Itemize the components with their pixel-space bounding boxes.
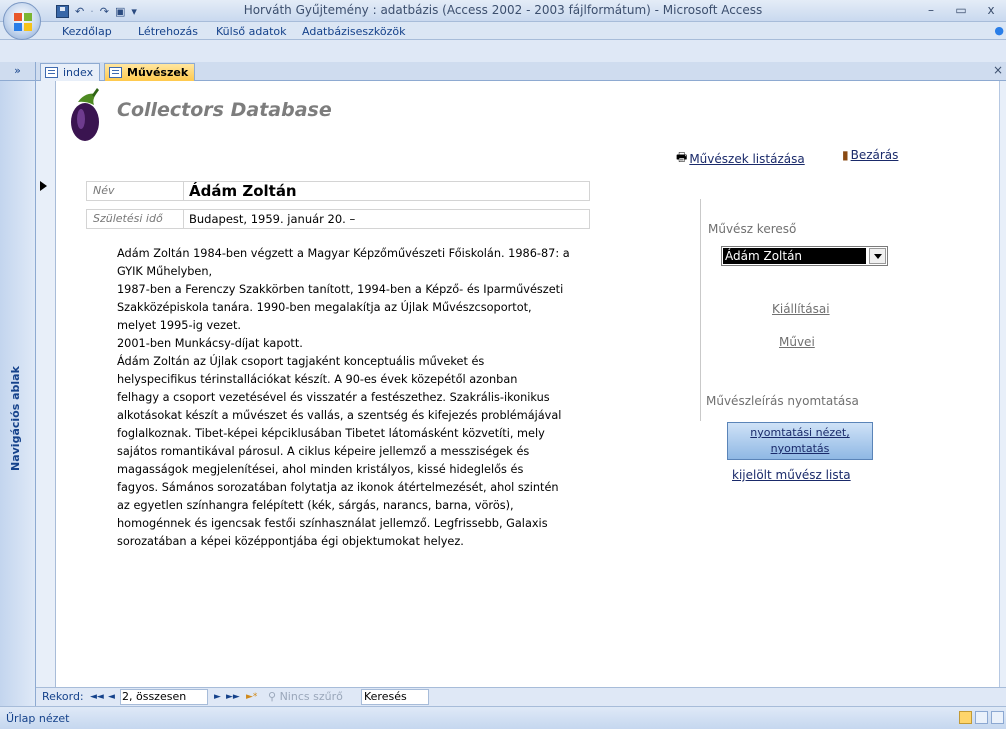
birth-label: Születési idő [86, 209, 184, 229]
first-record-button[interactable]: ◄◄ [90, 692, 104, 702]
panel-divider [700, 199, 701, 421]
vertical-scrollbar[interactable] [999, 81, 1006, 687]
exhibitions-link[interactable]: Kiállításai [772, 302, 830, 316]
print-description-label: Művészleírás nyomtatása [706, 394, 859, 408]
layout-view-icon[interactable] [975, 711, 988, 724]
name-field[interactable]: Ádám Zoltán [184, 181, 590, 201]
previous-record-button[interactable]: ◄ [108, 692, 115, 702]
record-position-field[interactable]: 2, összesen 119 [120, 689, 208, 717]
close-window-button[interactable]: x [976, 0, 1006, 22]
office-button[interactable] [3, 2, 41, 40]
dropdown-arrow-icon[interactable] [869, 248, 886, 264]
works-link[interactable]: Művei [779, 335, 815, 349]
biography-text[interactable]: Adám Zoltán 1984-ben végzett a Magyar Ké… [117, 245, 607, 551]
eggplant-logo-icon [71, 88, 99, 141]
artist-search-label: Művész kereső [708, 222, 797, 236]
tab-home[interactable]: Kezdőlap [62, 25, 112, 38]
window-controls: – ▭ x [916, 0, 1006, 22]
tab-index[interactable]: index [40, 63, 101, 81]
app-title: Collectors Database [117, 99, 332, 121]
document-tabs: » index Művészek × [0, 62, 1006, 81]
tab-database-tools[interactable]: Adatbáziseszközök [302, 25, 406, 38]
navigation-pane-label: Navigációs ablak [9, 366, 22, 471]
last-record-button[interactable]: ►► [226, 692, 240, 702]
minimize-button[interactable]: – [916, 0, 946, 22]
view-switcher [959, 711, 1004, 724]
artist-search-value: Ádám Zoltán [723, 248, 866, 264]
next-record-button[interactable]: ► [214, 692, 221, 702]
record-navigation-bar: Rekord: ◄◄ ◄ 2, összesen 119 ► ►► ►* ⚲ N… [36, 687, 1006, 717]
print-preview-button[interactable]: nyomtatási nézet, nyomtatás [727, 422, 873, 460]
name-label: Név [86, 181, 184, 201]
artist-form: Collectors Database 🖶 Művészek listázása… [56, 81, 999, 687]
printer-icon: 🖶 [676, 150, 688, 164]
title-bar: ↶ · ↷ ▣ ▾ Horváth Gyűjtemény : adatbázis… [0, 0, 1006, 22]
navigation-pane[interactable]: Navigációs ablak [0, 81, 36, 706]
window-title: Horváth Gyűjtemény : adatbázis (Access 2… [243, 3, 763, 17]
help-icon[interactable]: ● [994, 24, 1004, 37]
form-view-icon[interactable] [959, 711, 972, 724]
restore-button[interactable]: ▭ [946, 0, 976, 22]
current-record-icon [40, 181, 47, 191]
nav-pane-toggle-button[interactable]: » [0, 62, 36, 81]
status-text: Űrlap nézet [6, 712, 70, 725]
form-icon [109, 67, 122, 78]
close-form-link[interactable]: ▮ Bezárás [842, 148, 898, 162]
design-view-icon[interactable] [991, 711, 1004, 724]
list-artists-link[interactable]: 🖶 Művészek listázása [676, 148, 805, 169]
status-bar: Űrlap nézet [0, 706, 1006, 729]
birth-field[interactable]: Budapest, 1959. január 20. – [184, 209, 590, 229]
tab-muveszek[interactable]: Művészek [104, 63, 196, 81]
form-icon [45, 67, 58, 78]
artist-search-combobox[interactable]: Ádám Zoltán [721, 246, 888, 266]
filter-icon: ⚲ [268, 690, 277, 703]
record-search-input[interactable]: Keresés [361, 689, 429, 705]
exit-door-icon: ▮ [842, 148, 849, 162]
ribbon-tabs: Kezdőlap Létrehozás Külső adatok Adatbáz… [0, 22, 1006, 40]
filter-indicator[interactable]: ⚲ Nincs szűrő [268, 690, 343, 703]
tab-external-data[interactable]: Külső adatok [216, 25, 287, 38]
tab-create[interactable]: Létrehozás [138, 25, 198, 38]
selected-artists-list-link[interactable]: kijelölt művész lista [732, 468, 851, 482]
office-logo-icon [14, 13, 32, 31]
record-label: Rekord: [42, 690, 84, 703]
new-record-button[interactable]: ►* [246, 692, 257, 702]
record-selector[interactable] [36, 81, 56, 687]
close-tab-button[interactable]: × [993, 63, 1003, 77]
